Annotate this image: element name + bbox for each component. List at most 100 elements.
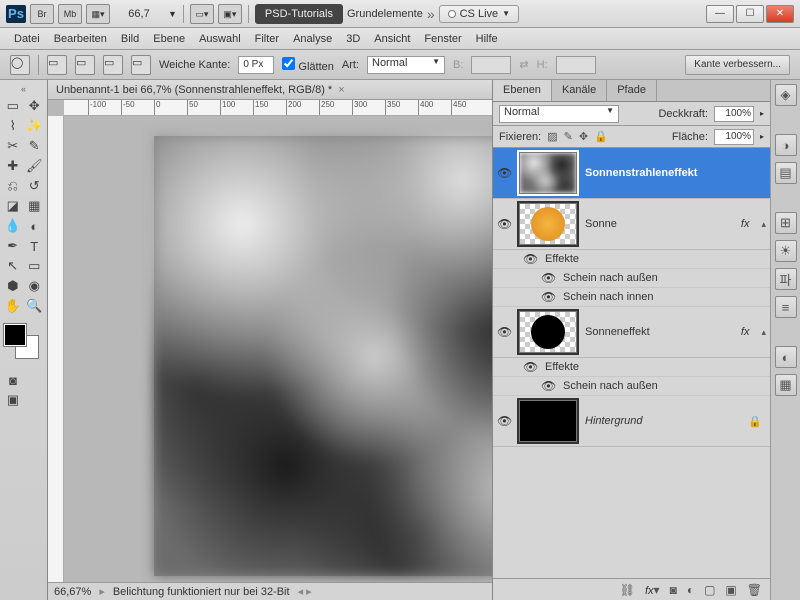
close-tab-icon[interactable]: × [338, 84, 344, 96]
layer-row[interactable]: 👁Sonnefx▴ [493, 199, 770, 250]
zoom-tool[interactable]: 🔍 [24, 296, 46, 316]
layer-row[interactable]: 👁Hintergrund🔒 [493, 396, 770, 447]
screenmode-tool[interactable]: ▣ [2, 390, 24, 410]
menu-auswahl[interactable]: Auswahl [199, 33, 241, 45]
visibility-icon[interactable]: 👁 [497, 414, 511, 428]
tab-pfade[interactable]: Pfade [607, 80, 657, 101]
visibility-icon[interactable]: 👁 [497, 217, 511, 231]
vertical-ruler[interactable] [48, 116, 64, 582]
layers-panel-icon[interactable]: ◈ [775, 84, 797, 106]
lock-image-icon[interactable]: ✎ [564, 130, 573, 143]
3d-camera-tool[interactable]: ◉ [24, 276, 46, 296]
menu-3d[interactable]: 3D [346, 33, 360, 45]
fx-badge[interactable]: fx [741, 326, 750, 338]
layer-row[interactable]: 👁Sonneneffektfx▴ [493, 307, 770, 358]
crop-tool[interactable]: ✂ [2, 136, 24, 156]
lock-all-icon[interactable]: 🔒 [594, 130, 608, 143]
tab-kanäle[interactable]: Kanäle [552, 80, 607, 101]
minimize-button[interactable]: — [706, 5, 734, 23]
menu-datei[interactable]: Datei [14, 33, 40, 45]
antialias-checkbox[interactable]: Glätten [282, 57, 334, 73]
layer-effect[interactable]: 👁Schein nach außen [493, 269, 770, 288]
lock-transparent-icon[interactable]: ▨ [547, 130, 557, 143]
character-panel-icon[interactable]: ⊞ [775, 212, 797, 234]
arrange-button[interactable]: ▭▾ [190, 4, 214, 24]
fx-badge[interactable]: fx [741, 218, 750, 230]
layer-fx-icon[interactable]: fx▾ [645, 583, 660, 597]
menu-analyse[interactable]: Analyse [293, 33, 332, 45]
horizontal-ruler[interactable]: -100-50050100150200250300350400450 [64, 100, 492, 116]
screenmode-button[interactable]: ▣▾ [218, 4, 242, 24]
history-panel-icon[interactable]: ◐ [775, 346, 797, 368]
gradient-tool[interactable]: ▦ [24, 196, 46, 216]
pen-tool[interactable]: ✒ [2, 236, 24, 256]
eraser-tool[interactable]: ◪ [2, 196, 24, 216]
menu-filter[interactable]: Filter [255, 33, 279, 45]
new-layer-icon[interactable]: ▣ [725, 583, 736, 597]
layer-row[interactable]: 👁Sonnenstrahleneffekt [493, 148, 770, 199]
style-select[interactable]: Normal ▼ [367, 56, 445, 74]
layer-thumbnail[interactable] [519, 400, 577, 442]
layer-group-icon[interactable]: ▢ [704, 583, 715, 597]
fill-input[interactable] [714, 129, 754, 145]
new-selection-icon[interactable]: ▭ [47, 55, 67, 75]
visibility-icon[interactable]: 👁 [541, 271, 555, 285]
stamp-tool[interactable]: ⎌ [2, 176, 24, 196]
path-tool[interactable]: ↖ [2, 256, 24, 276]
dodge-tool[interactable]: ◐ [24, 216, 46, 236]
swatches-panel-icon[interactable]: ▤ [775, 162, 797, 184]
document-tab[interactable]: Unbenannt-1 bei 66,7% (Sonnenstrahleneff… [48, 80, 492, 100]
healing-tool[interactable]: ✚ [2, 156, 24, 176]
layer-name[interactable]: Sonne [585, 218, 733, 230]
history-brush-tool[interactable]: ↺ [24, 176, 46, 196]
refine-edge-button[interactable]: Kante verbessern... [685, 55, 790, 75]
maximize-button[interactable]: ☐ [736, 5, 764, 23]
menu-bild[interactable]: Bild [121, 33, 139, 45]
brush-tool[interactable]: 🖌 [24, 156, 46, 176]
opacity-input[interactable] [714, 106, 754, 122]
visibility-icon[interactable]: 👁 [541, 290, 555, 304]
menu-ebene[interactable]: Ebene [153, 33, 185, 45]
quickmask-tool[interactable]: ◙ [2, 370, 24, 390]
zoom-level[interactable]: 66,7 [114, 8, 164, 20]
adjustments-panel-icon[interactable]: ☀ [775, 240, 797, 262]
type-tool[interactable]: T [24, 236, 46, 256]
layer-name[interactable]: Hintergrund [585, 415, 740, 427]
layer-effect[interactable]: 👁Effekte [493, 250, 770, 269]
feather-input[interactable] [238, 56, 274, 74]
visibility-icon[interactable]: 👁 [541, 379, 555, 393]
fg-color-swatch[interactable] [4, 324, 26, 346]
minibridge-button[interactable]: Mb [58, 4, 82, 24]
3d-tool[interactable]: ⬢ [2, 276, 24, 296]
styles-panel-icon[interactable]: 파 [775, 268, 797, 290]
wand-tool[interactable]: ✨ [24, 116, 46, 136]
visibility-icon[interactable]: 👁 [523, 360, 537, 374]
actions-panel-icon[interactable]: ▦ [775, 374, 797, 396]
workspace-psdtutorials[interactable]: PSD-Tutorials [255, 4, 343, 24]
menu-fenster[interactable]: Fenster [424, 33, 461, 45]
adjustment-layer-icon[interactable]: ◐ [687, 583, 694, 597]
visibility-icon[interactable]: 👁 [497, 325, 511, 339]
marquee-tool[interactable]: ▭ [2, 96, 24, 116]
layer-thumbnail[interactable] [519, 203, 577, 245]
subtract-selection-icon[interactable]: ▭ [103, 55, 123, 75]
view-extras-button[interactable]: ▦▾ [86, 4, 110, 24]
link-layers-icon[interactable]: ⛓ [620, 583, 635, 597]
layer-effect[interactable]: 👁Schein nach innen [493, 288, 770, 307]
menu-hilfe[interactable]: Hilfe [476, 33, 498, 45]
blur-tool[interactable]: 💧 [2, 216, 24, 236]
visibility-icon[interactable]: 👁 [523, 252, 537, 266]
workspace-more-icon[interactable]: » [427, 6, 435, 22]
add-selection-icon[interactable]: ▭ [75, 55, 95, 75]
tab-ebenen[interactable]: Ebenen [493, 80, 552, 101]
delete-layer-icon[interactable]: 🗑 [747, 583, 762, 597]
move-tool[interactable]: ✥ [24, 96, 46, 116]
layer-name[interactable]: Sonneneffekt [585, 326, 733, 338]
layer-mask-icon[interactable]: ◙ [670, 583, 677, 597]
menu-ansicht[interactable]: Ansicht [374, 33, 410, 45]
status-zoom[interactable]: 66,67% [54, 586, 91, 598]
hand-tool[interactable]: ✋ [2, 296, 24, 316]
menu-bearbeiten[interactable]: Bearbeiten [54, 33, 107, 45]
blend-mode-select[interactable]: Normal▼ [499, 105, 619, 123]
eyedropper-tool[interactable]: ✎ [24, 136, 46, 156]
